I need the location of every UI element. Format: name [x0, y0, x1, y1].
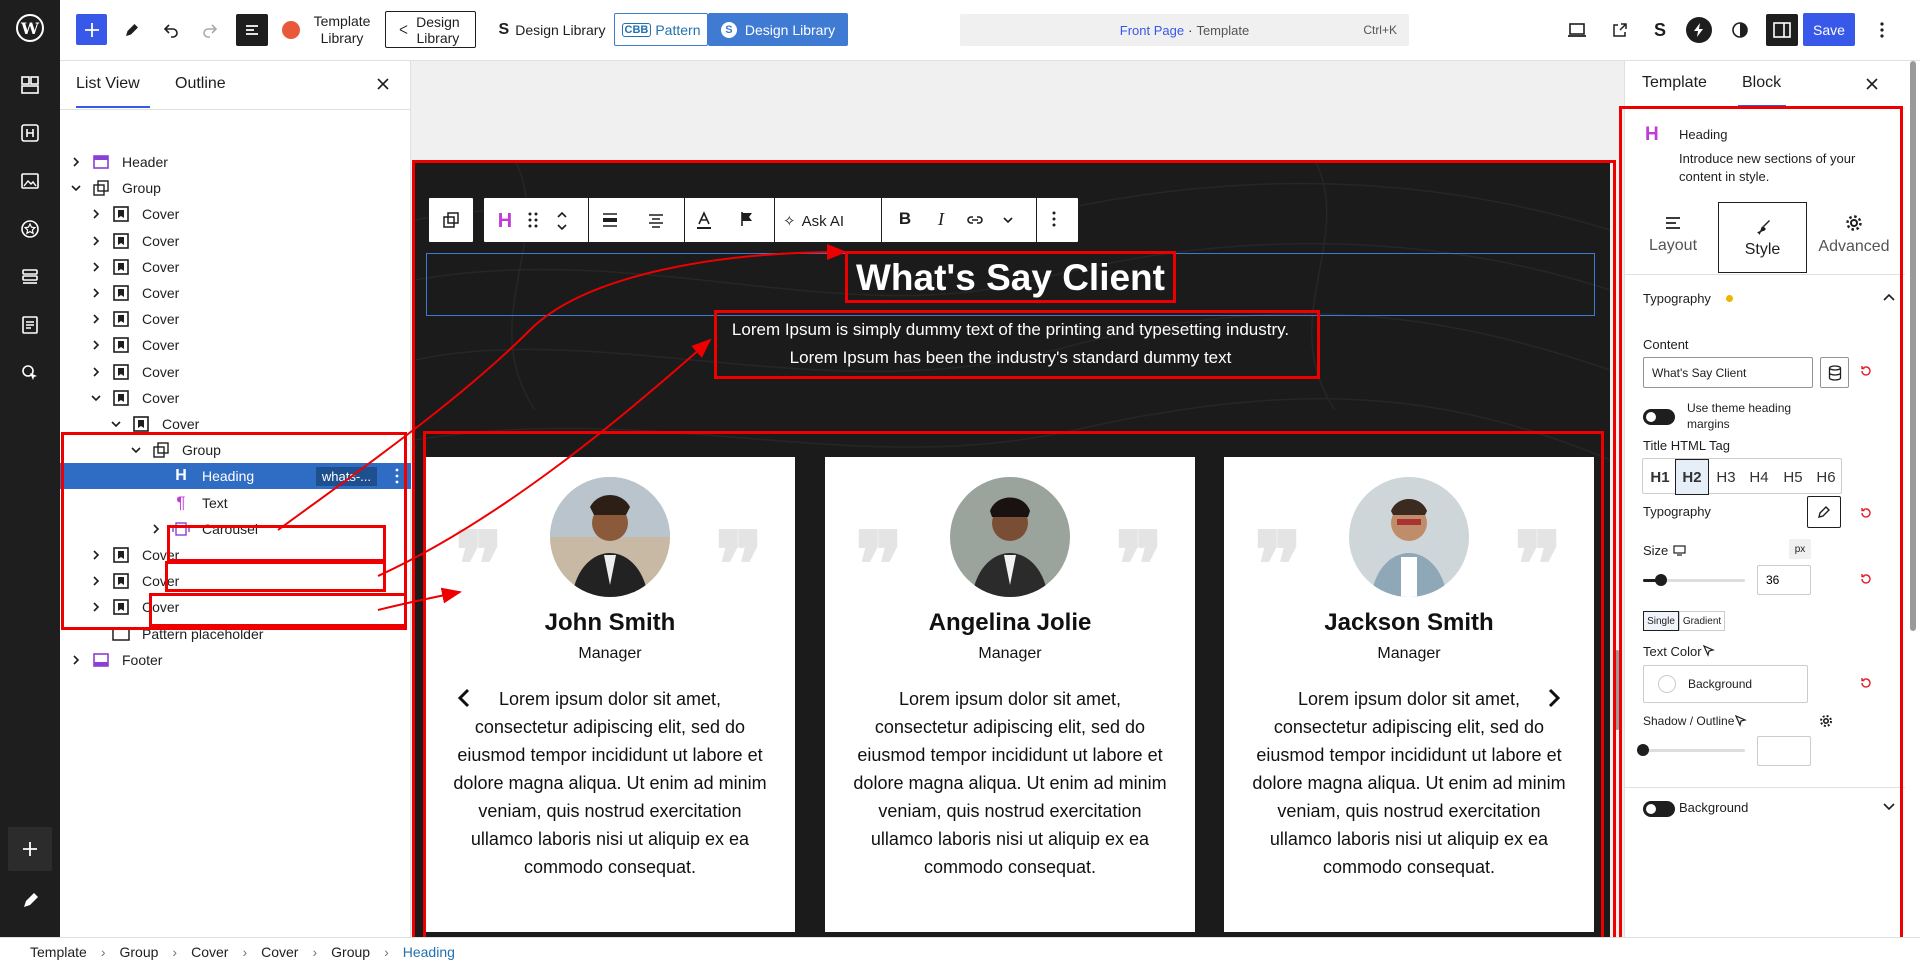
breadcrumb-separator: › [312, 944, 318, 960]
annotation-arrows [277, 244, 847, 611]
editor-app: W Template Library ᐸ Design Library S De… [0, 0, 1920, 966]
breadcrumb-separator: › [172, 944, 178, 960]
breadcrumb-item[interactable]: Heading [403, 944, 455, 960]
breadcrumb-item[interactable]: Group [331, 944, 370, 960]
breadcrumb-separator: › [100, 944, 106, 960]
breadcrumb-separator: › [242, 944, 248, 960]
breadcrumb-separator: › [384, 944, 389, 960]
breadcrumb-item[interactable]: Template [30, 944, 87, 960]
breadcrumb-item[interactable]: Group [119, 944, 158, 960]
breadcrumb: Template › Group › Cover › Cover › Group › Heading [0, 937, 1920, 966]
breadcrumb-item[interactable]: Cover [191, 944, 228, 960]
breadcrumb-item[interactable]: Cover [261, 944, 298, 960]
